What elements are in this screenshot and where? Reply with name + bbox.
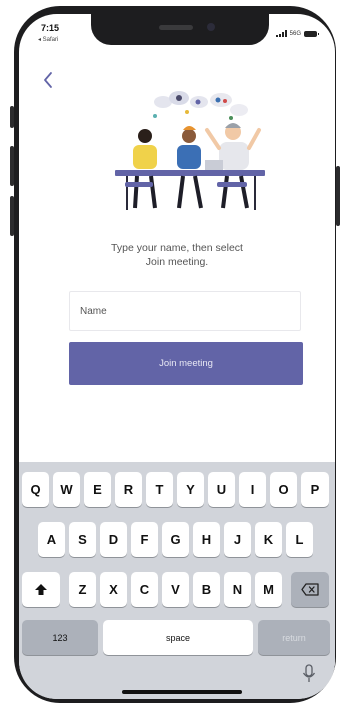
key-l[interactable]: L [286, 522, 313, 557]
home-indicator[interactable] [122, 690, 242, 694]
key-s[interactable]: S [69, 522, 96, 557]
notch [91, 14, 269, 45]
key-h[interactable]: H [193, 522, 220, 557]
key-i[interactable]: I [239, 472, 266, 507]
key-c[interactable]: C [131, 572, 158, 607]
delete-key[interactable] [291, 572, 329, 607]
shift-icon [35, 583, 47, 595]
battery-icon [304, 30, 319, 37]
front-camera [207, 23, 215, 31]
key-j[interactable]: J [224, 522, 251, 557]
signal-icon [275, 30, 287, 37]
key-z[interactable]: Z [69, 572, 96, 607]
join-instructions-line-2: Join meeting. [145, 256, 209, 268]
key-k[interactable]: K [255, 522, 282, 557]
backspace-icon [301, 583, 319, 596]
volume-down-button [10, 196, 14, 236]
key-g[interactable]: G [162, 522, 189, 557]
space-key[interactable]: space [103, 620, 253, 655]
volume-up-button [10, 146, 14, 186]
name-input[interactable] [69, 291, 301, 331]
key-w[interactable]: W [53, 472, 80, 507]
key-f[interactable]: F [131, 522, 158, 557]
return-key[interactable]: return [258, 620, 330, 655]
join-instructions-line-1: Type your name, then select [111, 242, 243, 254]
key-x[interactable]: X [100, 572, 127, 607]
key-o[interactable]: O [270, 472, 297, 507]
key-r[interactable]: R [115, 472, 142, 507]
status-indicators: 56G [275, 30, 319, 37]
key-y[interactable]: Y [177, 472, 204, 507]
network-type: 56G [289, 30, 301, 37]
key-t[interactable]: T [146, 472, 173, 507]
key-n[interactable]: N [224, 572, 251, 607]
join-meeting-button[interactable]: Join meeting [69, 342, 303, 385]
key-e[interactable]: E [84, 472, 111, 507]
key-b[interactable]: B [193, 572, 220, 607]
silent-switch [10, 106, 14, 128]
phone-screen: 7:15 ◂ Safari 56G Type your name, then s… [19, 14, 335, 699]
on-screen-keyboard: Q W E R T Y U I O P A S D F G H J K L Z … [19, 462, 335, 699]
shift-key[interactable] [22, 572, 60, 607]
join-instructions: Type your name, then select Join meeting… [59, 241, 295, 269]
key-d[interactable]: D [100, 522, 127, 557]
status-back-to-app[interactable]: ◂ Safari [38, 36, 58, 43]
key-a[interactable]: A [38, 522, 65, 557]
numbers-key[interactable]: 123 [22, 620, 98, 655]
microphone-icon[interactable] [302, 664, 316, 684]
key-m[interactable]: M [255, 572, 282, 607]
key-v[interactable]: V [162, 572, 189, 607]
power-button [336, 166, 340, 226]
earpiece-speaker [159, 25, 193, 30]
key-p[interactable]: P [301, 472, 329, 507]
meeting-illustration [115, 91, 265, 210]
key-u[interactable]: U [208, 472, 235, 507]
key-q[interactable]: Q [22, 472, 49, 507]
chevron-left-icon[interactable] [39, 70, 59, 90]
status-time: 7:15 [41, 23, 60, 33]
